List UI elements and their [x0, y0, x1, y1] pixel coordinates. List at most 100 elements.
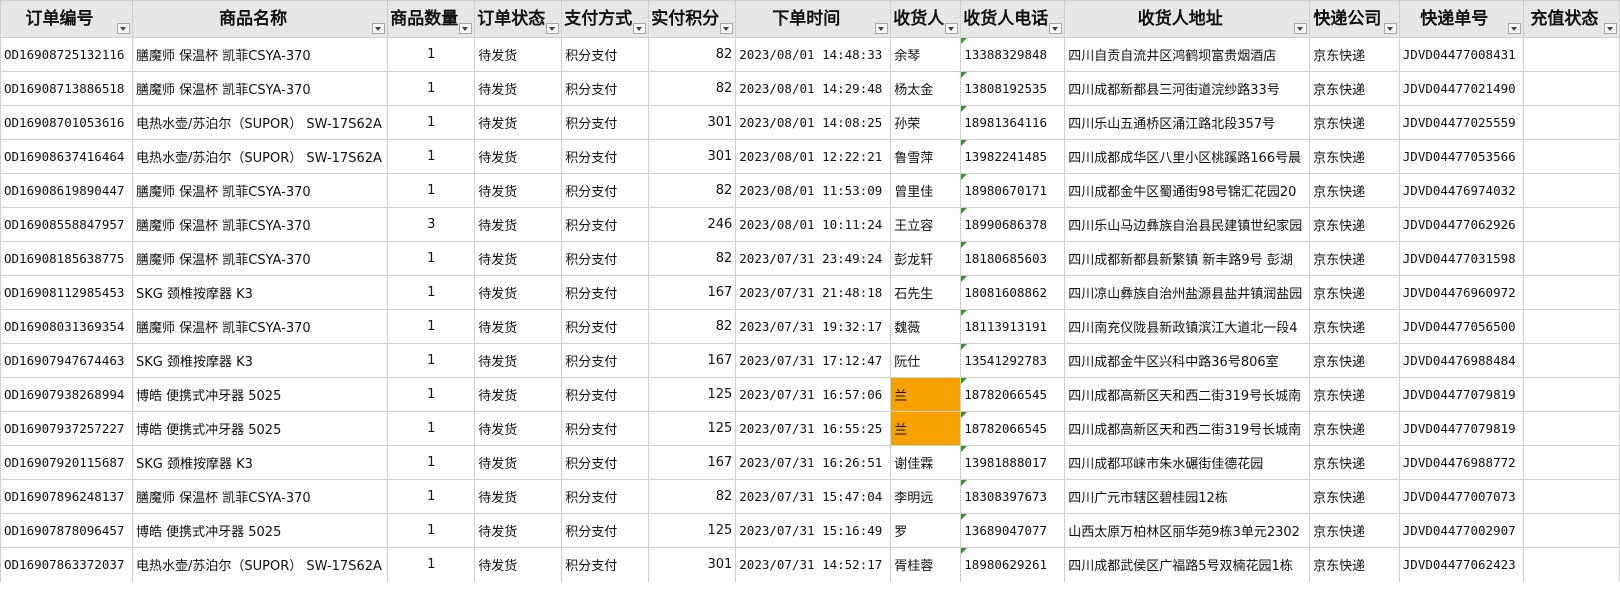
cell-qty[interactable]: 3 — [387, 207, 476, 242]
cell-tracking[interactable]: JDVD04476988772 — [1398, 445, 1524, 480]
cell-recharge[interactable] — [1522, 377, 1620, 412]
cell-order_id[interactable]: OD16907878096457 — [0, 513, 133, 548]
cell-payment[interactable]: 积分支付 — [561, 445, 650, 480]
cell-product[interactable]: 博皓 便携式冲牙器 5025 — [131, 377, 389, 412]
cell-time[interactable]: 2023/07/31 15:16:49 — [735, 513, 892, 548]
cell-qty[interactable]: 1 — [387, 37, 476, 72]
cell-points[interactable]: 82 — [648, 173, 737, 208]
column-header-address[interactable]: 收货人地址 — [1064, 0, 1311, 38]
column-header-points[interactable]: 实付积分 — [648, 0, 737, 38]
cell-qty[interactable]: 1 — [387, 275, 476, 310]
cell-product[interactable]: SKG 颈椎按摩器 K3 — [131, 275, 389, 310]
cell-product[interactable]: 电热水壶/苏泊尔（SUPOR） SW-17S62A — [131, 139, 389, 174]
cell-tracking[interactable]: JDVD04477062926 — [1398, 207, 1524, 242]
cell-courier[interactable]: 京东快递 — [1309, 139, 1400, 174]
cell-qty[interactable]: 1 — [387, 479, 476, 514]
cell-time[interactable]: 2023/07/31 19:32:17 — [735, 309, 892, 344]
cell-points[interactable]: 301 — [648, 139, 737, 174]
cell-status[interactable]: 待发货 — [474, 343, 563, 378]
cell-product[interactable]: 膳魔师 保温杯 凯菲CSYA-370 — [131, 71, 389, 106]
cell-status[interactable]: 待发货 — [474, 71, 563, 106]
cell-product[interactable]: 膳魔师 保温杯 凯菲CSYA-370 — [131, 241, 389, 276]
cell-tracking[interactable]: JDVD04476960972 — [1398, 275, 1524, 310]
cell-address[interactable]: 四川成都武侯区广福路5号双楠花园1栋 — [1064, 547, 1311, 582]
cell-product[interactable]: SKG 颈椎按摩器 K3 — [131, 343, 389, 378]
cell-qty[interactable]: 1 — [387, 343, 476, 378]
cell-phone[interactable]: 13982241485 — [960, 139, 1066, 174]
cell-qty[interactable]: 1 — [387, 173, 476, 208]
cell-status[interactable]: 待发货 — [474, 445, 563, 480]
filter-dropdown-icon[interactable] — [546, 23, 560, 34]
column-header-recharge[interactable]: 充值状态 — [1522, 0, 1620, 38]
cell-points[interactable]: 82 — [648, 309, 737, 344]
cell-points[interactable]: 82 — [648, 71, 737, 106]
cell-points[interactable]: 82 — [648, 241, 737, 276]
cell-payment[interactable]: 积分支付 — [561, 309, 650, 344]
filter-dropdown-icon[interactable] — [372, 23, 386, 34]
cell-tracking[interactable]: JDVD04477008431 — [1398, 37, 1524, 72]
cell-recharge[interactable] — [1522, 309, 1620, 344]
cell-points[interactable]: 82 — [648, 37, 737, 72]
cell-payment[interactable]: 积分支付 — [561, 513, 650, 548]
cell-order_id[interactable]: OD16908031369354 — [0, 309, 133, 344]
cell-tracking[interactable]: JDVD04477079819 — [1398, 411, 1524, 446]
cell-time[interactable]: 2023/07/31 21:48:18 — [735, 275, 892, 310]
cell-qty[interactable]: 1 — [387, 377, 476, 412]
cell-recharge[interactable] — [1522, 139, 1620, 174]
cell-product[interactable]: 膳魔师 保温杯 凯菲CSYA-370 — [131, 207, 389, 242]
cell-status[interactable]: 待发货 — [474, 105, 563, 140]
cell-payment[interactable]: 积分支付 — [561, 547, 650, 582]
column-header-courier[interactable]: 快递公司 — [1309, 0, 1400, 38]
cell-recharge[interactable] — [1522, 445, 1620, 480]
cell-receiver[interactable]: 胥桂蓉 — [890, 547, 962, 582]
cell-receiver[interactable]: 谢佳霖 — [890, 445, 962, 480]
cell-address[interactable]: 四川乐山五通桥区涌江路北段357号 — [1064, 105, 1311, 140]
cell-status[interactable]: 待发货 — [474, 139, 563, 174]
column-header-tracking[interactable]: 快递单号 — [1398, 0, 1524, 38]
cell-qty[interactable]: 1 — [387, 411, 476, 446]
cell-tracking[interactable]: JDVD04477002907 — [1398, 513, 1524, 548]
cell-phone[interactable]: 18180685603 — [960, 241, 1066, 276]
cell-address[interactable]: 四川成都金牛区蜀通街98号锦汇花园20 — [1064, 173, 1311, 208]
cell-points[interactable]: 125 — [648, 513, 737, 548]
cell-points[interactable]: 167 — [648, 445, 737, 480]
cell-receiver[interactable]: 兰 — [890, 377, 962, 412]
cell-phone[interactable]: 13808192535 — [960, 71, 1066, 106]
cell-recharge[interactable] — [1522, 479, 1620, 514]
cell-recharge[interactable] — [1522, 71, 1620, 106]
cell-order_id[interactable]: OD16907896248137 — [0, 479, 133, 514]
cell-tracking[interactable]: JDVD04477025559 — [1398, 105, 1524, 140]
cell-phone[interactable]: 18308397673 — [960, 479, 1066, 514]
filter-dropdown-icon[interactable] — [1049, 23, 1063, 34]
cell-address[interactable]: 四川自贡自流井区鸿鹤坝富贵烟酒店 — [1064, 37, 1311, 72]
cell-order_id[interactable]: OD16908112985453 — [0, 275, 133, 310]
cell-order_id[interactable]: OD16907947674463 — [0, 343, 133, 378]
cell-product[interactable]: 膳魔师 保温杯 凯菲CSYA-370 — [131, 479, 389, 514]
cell-courier[interactable]: 京东快递 — [1309, 173, 1400, 208]
cell-phone[interactable]: 18782066545 — [960, 377, 1066, 412]
cell-courier[interactable]: 京东快递 — [1309, 411, 1400, 446]
cell-payment[interactable]: 积分支付 — [561, 479, 650, 514]
cell-courier[interactable]: 京东快递 — [1309, 343, 1400, 378]
filter-dropdown-icon[interactable] — [875, 23, 889, 34]
cell-points[interactable]: 167 — [648, 343, 737, 378]
cell-time[interactable]: 2023/08/01 14:48:33 — [735, 37, 892, 72]
cell-payment[interactable]: 积分支付 — [561, 241, 650, 276]
cell-product[interactable]: SKG 颈椎按摩器 K3 — [131, 445, 389, 480]
cell-recharge[interactable] — [1522, 173, 1620, 208]
cell-points[interactable]: 301 — [648, 547, 737, 582]
cell-courier[interactable]: 京东快递 — [1309, 275, 1400, 310]
cell-order_id[interactable]: OD16908701053616 — [0, 105, 133, 140]
cell-recharge[interactable] — [1522, 241, 1620, 276]
cell-address[interactable]: 四川成都高新区天和西二街319号长城南 — [1064, 377, 1311, 412]
cell-courier[interactable]: 京东快递 — [1309, 37, 1400, 72]
cell-address[interactable]: 四川凉山彝族自治州盐源县盐井镇润盐园 — [1064, 275, 1311, 310]
cell-address[interactable]: 四川成都高新区天和西二街319号长城南 — [1064, 411, 1311, 446]
cell-order_id[interactable]: OD16908637416464 — [0, 139, 133, 174]
cell-status[interactable]: 待发货 — [474, 275, 563, 310]
cell-qty[interactable]: 1 — [387, 71, 476, 106]
cell-time[interactable]: 2023/08/01 11:53:09 — [735, 173, 892, 208]
cell-address[interactable]: 四川乐山马边彝族自治县民建镇世纪家园 — [1064, 207, 1311, 242]
cell-recharge[interactable] — [1522, 411, 1620, 446]
cell-order_id[interactable]: OD16907863372037 — [0, 547, 133, 582]
